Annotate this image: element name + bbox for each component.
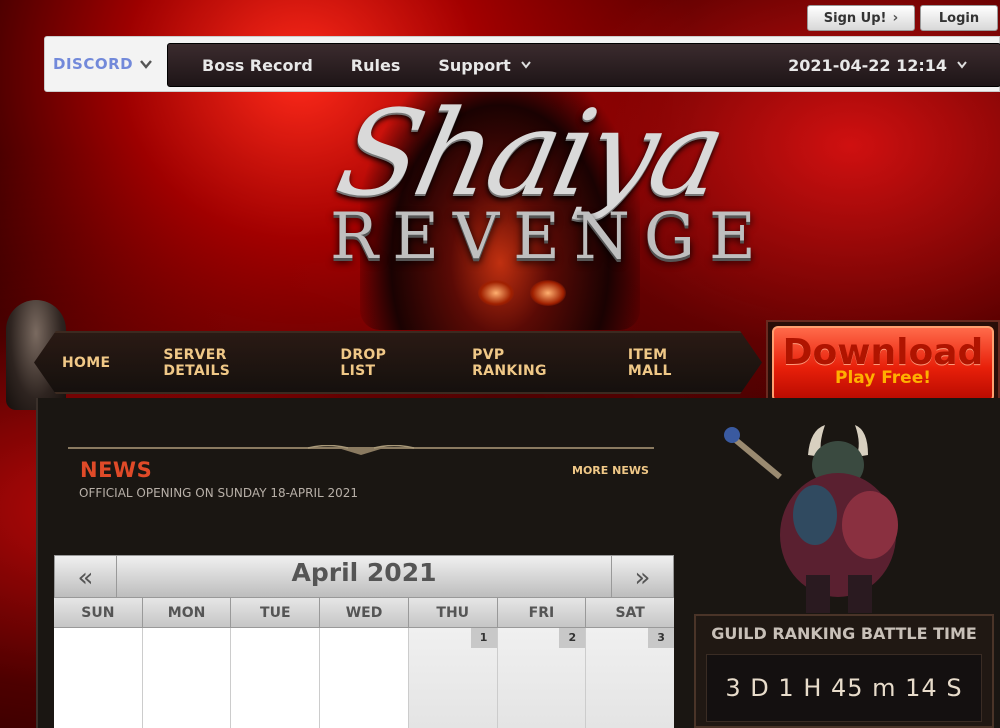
- download-title: Download: [782, 332, 984, 373]
- logo-revenge[interactable]: REVENGE: [330, 200, 756, 274]
- menu-pvp-ranking[interactable]: PVP RANKING: [472, 347, 575, 379]
- calendar-prev-button[interactable]: «: [55, 556, 117, 599]
- weekday-wed: WED: [320, 598, 409, 628]
- double-chevron-right-icon: »: [634, 562, 651, 593]
- logo-shaiya[interactable]: Shaiya: [276, 84, 784, 222]
- nav-label: Support: [438, 55, 511, 75]
- signup-button[interactable]: Sign Up! ›: [807, 5, 915, 31]
- chevron-down-icon: [140, 60, 153, 69]
- calendar-day-cell[interactable]: 3: [586, 628, 675, 728]
- double-chevron-left-icon: «: [77, 562, 94, 593]
- discord-label: DISCORD: [53, 55, 134, 73]
- weekday-thu: THU: [408, 598, 498, 628]
- calendar-week-row: 1 2 3: [54, 628, 675, 728]
- figure-eye-right: [530, 280, 566, 306]
- datetime-dropdown[interactable]: 2021-04-22 12:14: [769, 56, 986, 75]
- datetime-label: 2021-04-22 12:14: [788, 55, 947, 75]
- calendar-day-cell[interactable]: 1: [408, 628, 498, 728]
- nav-support[interactable]: Support: [419, 56, 549, 75]
- calendar-next-button[interactable]: »: [611, 556, 673, 599]
- weekday-fri: FRI: [497, 598, 587, 628]
- calendar-header: « April 2021 »: [54, 555, 674, 599]
- calendar: « April 2021 » SUN MON TUE WED THU FRI S…: [54, 555, 675, 728]
- nav-label: Boss Record: [202, 55, 313, 75]
- news-heading: NEWS: [80, 458, 153, 482]
- weekday-sat: SAT: [586, 598, 675, 628]
- signup-label: Sign Up!: [823, 10, 887, 26]
- guild-countdown: 3 D 1 H 45 m 14 S: [706, 654, 982, 722]
- day-number: 1: [470, 628, 497, 648]
- more-news-link[interactable]: MORE NEWS: [572, 464, 649, 477]
- day-number: 3: [648, 628, 675, 648]
- day-number: 2: [559, 628, 586, 648]
- calendar-day-cell: [231, 628, 321, 728]
- chevron-right-icon: ›: [892, 10, 899, 26]
- figure-eye-left: [478, 280, 514, 306]
- guild-ranking-title: GUILD RANKING BATTLE TIME: [711, 624, 977, 643]
- menu-drop-list[interactable]: DROP LIST: [340, 347, 419, 379]
- weekday-sun: SUN: [54, 598, 143, 628]
- weekday-mon: MON: [142, 598, 232, 628]
- login-button[interactable]: Login: [920, 5, 998, 31]
- nav-rules[interactable]: Rules: [332, 56, 420, 75]
- menu-server-details[interactable]: SERVER DETAILS: [163, 347, 287, 379]
- nav-label: Rules: [350, 55, 401, 75]
- warrior-character-image: [724, 425, 898, 613]
- calendar-weekday-row: SUN MON TUE WED THU FRI SAT: [54, 598, 675, 628]
- download-subtitle: Play Free!: [835, 368, 931, 388]
- menu-home[interactable]: HOME: [62, 355, 110, 371]
- chevron-down-icon: [520, 61, 531, 69]
- guild-ranking-panel: GUILD RANKING BATTLE TIME 3 D 1 H 45 m 1…: [694, 614, 994, 728]
- discord-dropdown[interactable]: DISCORD: [53, 55, 153, 73]
- nav-boss-record[interactable]: Boss Record: [168, 56, 332, 75]
- menu-item-mall[interactable]: ITEM MALL: [628, 347, 709, 379]
- weekday-tue: TUE: [231, 598, 321, 628]
- ornament-divider: [68, 445, 654, 455]
- main-menu: HOME SERVER DETAILS DROP LIST PVP RANKIN…: [34, 331, 762, 394]
- calendar-month-title: April 2021: [291, 558, 437, 587]
- chevron-down-icon: [957, 61, 967, 69]
- news-item[interactable]: OFFICIAL OPENING ON SUNDAY 18-APRIL 2021: [79, 486, 358, 500]
- top-nav-menu: Boss Record Rules Support 2021-04-22 12:…: [167, 43, 1000, 87]
- calendar-day-cell: [320, 628, 409, 728]
- calendar-day-cell[interactable]: 2: [497, 628, 587, 728]
- download-panel: Download Play Free!: [772, 326, 994, 402]
- login-label: Login: [938, 10, 980, 26]
- calendar-day-cell: [142, 628, 232, 728]
- calendar-day-cell: [54, 628, 143, 728]
- download-button[interactable]: Download Play Free!: [766, 320, 1000, 408]
